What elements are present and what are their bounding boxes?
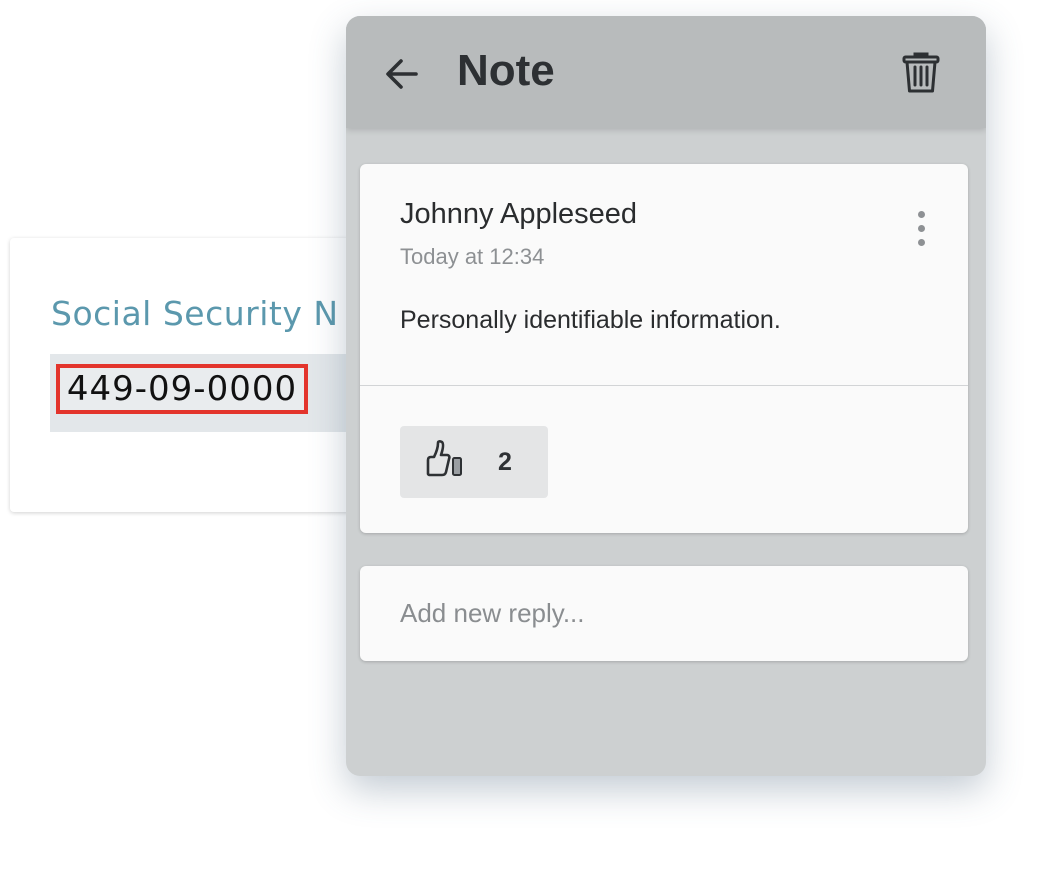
comment-divider — [360, 385, 968, 386]
trash-icon — [902, 52, 940, 93]
ssn-field-label: Social Security N — [51, 294, 339, 333]
arrow-left-icon — [386, 59, 418, 89]
comment-author: Johnny Appleseed — [400, 198, 638, 230]
reply-box — [360, 566, 968, 661]
note-header: Note — [346, 16, 986, 128]
like-count: 2 — [498, 448, 512, 476]
note-panel: Note Johnny Appleseed Today at 12:34 Per… — [346, 16, 986, 776]
note-title: Note — [457, 46, 555, 95]
annotation-highlight[interactable]: 449-09-0000 — [56, 364, 308, 414]
comment-timestamp: Today at 12:34 — [400, 244, 545, 269]
ssn-value-text: 449-09-0000 — [66, 369, 298, 409]
comment-card: Johnny Appleseed Today at 12:34 Personal… — [360, 164, 968, 533]
back-button[interactable] — [380, 52, 424, 96]
like-button[interactable]: 2 — [400, 426, 548, 498]
reply-input[interactable] — [400, 566, 940, 661]
delete-button[interactable] — [898, 50, 944, 96]
thumbs-up-icon — [426, 440, 462, 477]
comment-body: Personally identifiable information. — [400, 306, 781, 334]
more-options-button[interactable] — [906, 208, 938, 250]
